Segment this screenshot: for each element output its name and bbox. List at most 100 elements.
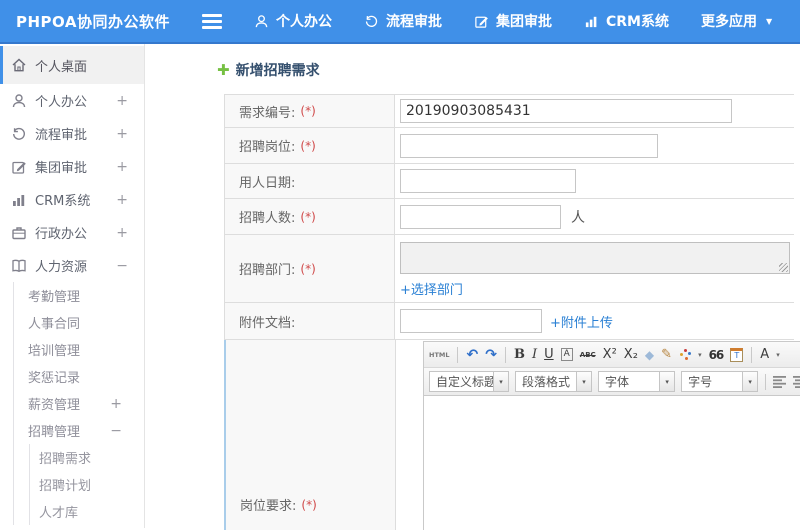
html-source-button[interactable]: HTML xyxy=(429,348,449,362)
collapse-minus-icon[interactable]: − xyxy=(116,258,128,274)
undo-icon[interactable]: ↶ xyxy=(466,348,478,362)
custom-heading-select[interactable]: 自定义标题 ▾ xyxy=(429,371,509,392)
nav-more-apps[interactable]: 更多应用 ▼ xyxy=(701,11,772,31)
font-family-select[interactable]: 字体 ▾ xyxy=(598,371,676,392)
superscript-button[interactable]: X² xyxy=(603,347,617,362)
label-text: 用人日期: xyxy=(239,175,296,191)
sidebar-item-label: 培训管理 xyxy=(28,344,81,359)
demand-number-input[interactable] xyxy=(400,99,732,123)
expand-plus-icon[interactable]: + xyxy=(116,126,128,142)
chevron-down-icon[interactable]: ▾ xyxy=(493,372,508,391)
nav-label: 集团审批 xyxy=(496,14,552,30)
sidebar-item-label: 人力资源 xyxy=(35,260,88,275)
align-left-icon[interactable] xyxy=(773,375,787,388)
sidebar-item-label: 薪资管理 xyxy=(28,398,81,413)
nav-group-approval[interactable]: 集团审批 xyxy=(474,11,552,31)
expand-plus-icon[interactable]: + xyxy=(116,192,128,208)
sidebar-item-recruit-demand[interactable]: 招聘需求 xyxy=(30,444,144,471)
italic-button[interactable]: I xyxy=(532,347,537,362)
form-row-demand-number: 需求编号: (*) xyxy=(225,95,794,128)
position-input[interactable] xyxy=(400,133,658,158)
hire-date-input[interactable] xyxy=(400,169,576,193)
field-label: 岗位要求: (*) xyxy=(226,340,396,530)
sidebar-item-talent-pool[interactable]: 人才库 xyxy=(30,498,144,525)
redo-icon[interactable]: ↷ xyxy=(485,348,497,362)
sidebar-item-group-approval[interactable]: 集团审批 + xyxy=(0,150,144,183)
select-value: 字体 xyxy=(605,375,630,389)
chevron-down-icon[interactable]: ▾ xyxy=(776,351,780,359)
collapse-minus-icon[interactable]: − xyxy=(110,423,122,439)
sidebar-item-workflow-approval[interactable]: 流程审批 + xyxy=(0,117,144,150)
nav-personal-office[interactable]: 个人办公 xyxy=(254,11,332,31)
expand-plus-icon[interactable]: + xyxy=(110,396,122,412)
app-logo: PHPOA协同办公软件 xyxy=(16,12,170,31)
label-text: 招聘人数: xyxy=(239,211,296,226)
select-department-link[interactable]: +选择部门 xyxy=(400,279,463,298)
nav-workflow-approval[interactable]: 流程审批 xyxy=(364,11,442,31)
sidebar-item-personal-desktop[interactable]: 个人桌面 xyxy=(0,46,144,84)
chart-icon xyxy=(11,192,27,208)
required-marker: (*) xyxy=(300,138,316,153)
hamburger-menu-icon[interactable] xyxy=(202,13,224,29)
label-text: 招聘岗位: xyxy=(239,140,296,155)
blockquote-button[interactable]: 66 xyxy=(709,348,725,362)
expand-plus-icon[interactable]: + xyxy=(116,225,128,241)
nav-label: CRM系统 xyxy=(606,14,669,30)
font-color-button[interactable]: A xyxy=(760,347,769,362)
attachment-input[interactable] xyxy=(400,309,542,333)
underline-button[interactable]: U xyxy=(544,347,554,362)
select-value: 段落格式 xyxy=(522,375,571,389)
font-size-select[interactable]: 字号 ▾ xyxy=(681,371,759,392)
subscript-button[interactable]: X₂ xyxy=(624,347,638,362)
format-brush-icon[interactable]: ✎ xyxy=(661,347,672,362)
form-row-department: 招聘部门: (*) +选择部门 xyxy=(225,235,794,303)
sidebar-item-crm-system[interactable]: CRM系统 + xyxy=(0,183,144,216)
paragraph-format-select[interactable]: 段落格式 ▾ xyxy=(515,371,593,392)
font-style-button[interactable]: A xyxy=(560,348,573,361)
department-textarea[interactable] xyxy=(400,242,790,274)
color-palette-icon[interactable] xyxy=(679,349,691,361)
top-navigation: 个人办公 流程审批 集团审批 CRM系统 更多应用 ▼ xyxy=(254,11,772,31)
sidebar-item-recruit-mgmt[interactable]: 招聘管理 − xyxy=(14,417,144,444)
align-center-icon[interactable] xyxy=(793,375,800,388)
paste-icon[interactable]: T xyxy=(730,347,744,362)
sidebar-item-recruit-plan[interactable]: 招聘计划 xyxy=(30,471,144,498)
toolbar-separator xyxy=(765,373,766,390)
sidebar-item-hr-contract[interactable]: 人事合同 xyxy=(14,309,144,336)
eraser-icon[interactable]: ◆ xyxy=(645,348,654,362)
sidebar-item-attendance-mgmt[interactable]: 考勤管理 xyxy=(14,282,144,309)
attachment-upload-link[interactable]: +附件上传 xyxy=(550,312,613,331)
sidebar-item-label: 人事合同 xyxy=(28,317,81,332)
chevron-down-icon[interactable]: ▾ xyxy=(659,372,675,391)
strikethrough-button[interactable]: ABC xyxy=(580,348,596,362)
nav-crm-system[interactable]: CRM系统 xyxy=(584,11,669,31)
label-text: 需求编号: xyxy=(239,105,296,121)
sidebar-item-reward-punishment[interactable]: 奖惩记录 xyxy=(14,363,144,390)
recruit-demand-form: 需求编号: (*) 招聘岗位: (*) xyxy=(224,94,800,530)
sidebar-item-label: 考勤管理 xyxy=(28,290,81,305)
label-text: 附件文档: xyxy=(239,315,296,331)
field-label: 招聘人数: (*) xyxy=(225,199,395,234)
chevron-down-icon[interactable]: ▾ xyxy=(742,372,758,391)
expand-plus-icon[interactable]: + xyxy=(116,159,128,175)
chevron-down-icon[interactable]: ▾ xyxy=(576,372,592,391)
chevron-down-icon[interactable]: ▾ xyxy=(698,351,702,359)
headcount-input[interactable] xyxy=(400,204,561,229)
sidebar-item-admin-office[interactable]: 行政办公 + xyxy=(0,216,144,249)
required-marker: (*) xyxy=(301,497,317,512)
user-icon xyxy=(11,93,27,109)
bold-button[interactable]: B xyxy=(514,347,525,362)
nav-label: 更多应用 xyxy=(701,14,757,30)
app-window: PHPOA协同办公软件 个人办公 流程审批 集团审批 CRM系统 更多应用 ▼ … xyxy=(0,0,800,530)
book-icon xyxy=(11,258,27,274)
field-value-cell xyxy=(395,128,794,163)
page-title: 新增招聘需求 xyxy=(235,63,320,79)
editor-content-area[interactable] xyxy=(424,396,800,530)
sidebar-item-training-mgmt[interactable]: 培训管理 xyxy=(14,336,144,363)
sidebar-item-personal-office[interactable]: 个人办公 + xyxy=(0,84,144,117)
briefcase-icon xyxy=(11,225,27,241)
expand-plus-icon[interactable]: + xyxy=(116,93,128,109)
sidebar-item-human-resources[interactable]: 人力资源 − xyxy=(0,249,144,282)
sidebar-item-salary-mgmt[interactable]: 薪资管理 + xyxy=(14,390,144,417)
toolbar-separator xyxy=(457,346,459,363)
